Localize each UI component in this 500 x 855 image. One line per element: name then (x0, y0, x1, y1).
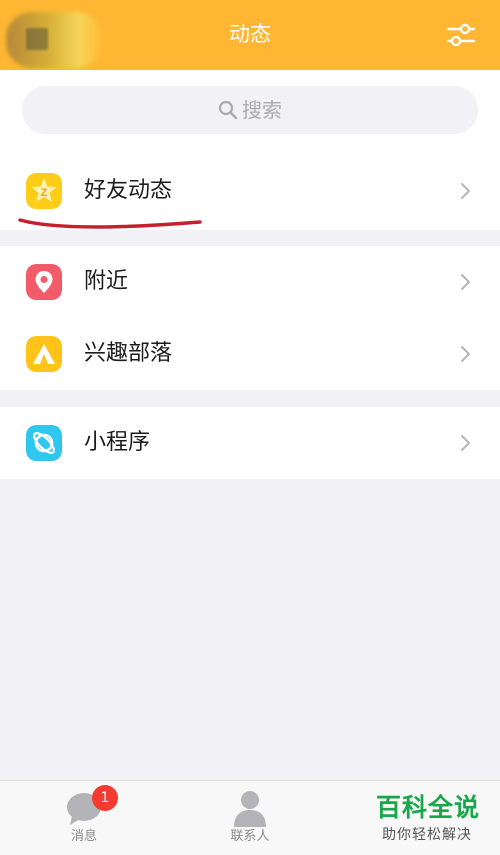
tab-label: 联系人 (230, 829, 270, 844)
chevron-right-icon (461, 183, 470, 199)
list-item-label: 兴趣部落 (84, 341, 173, 366)
list-group-mini-programs: 小程序 (0, 407, 500, 479)
list-item-label: 附近 (84, 269, 129, 294)
chevron-right-icon (461, 274, 470, 290)
search-placeholder: 搜索 (242, 98, 282, 122)
svg-text:Z: Z (41, 187, 48, 199)
planet-icon (26, 425, 62, 461)
list-item-mini-program[interactable]: 小程序 (0, 407, 500, 479)
chevron-right-icon (461, 346, 470, 362)
annotation-underline (18, 218, 202, 229)
unread-badge: 1 (92, 785, 118, 811)
search-icon (218, 100, 238, 120)
watermark-subtitle: 助你轻松解决 (382, 827, 472, 843)
qzone-star-icon: Z (26, 173, 62, 209)
location-pin-icon (26, 264, 62, 300)
contact-person-icon (234, 791, 266, 827)
tab-contacts[interactable]: 联系人 (190, 781, 310, 855)
list-item-nearby[interactable]: 附近 (0, 246, 500, 318)
app-screen: 动态 搜索 Z 好友动态 附近 兴趣部落 小程序 消息 联系人 1 百科全说 助… (0, 0, 500, 855)
watermark-title: 百科全说 (376, 793, 481, 822)
tab-label: 消息 (70, 829, 97, 844)
search-input[interactable]: 搜索 (22, 86, 478, 134)
chevron-right-icon (461, 435, 470, 451)
list-item-label: 小程序 (84, 430, 151, 455)
sliders-icon[interactable] (446, 20, 476, 50)
tab-messages[interactable]: 消息 (24, 781, 144, 855)
list-group-discover: 附近 兴趣部落 (0, 246, 500, 390)
top-bar: 动态 (0, 0, 500, 70)
list-item-interest-tribe[interactable]: 兴趣部落 (0, 318, 500, 390)
search-placeholder-wrap: 搜索 (22, 97, 478, 123)
list-item-label: 好友动态 (84, 178, 173, 203)
tent-icon (26, 336, 62, 372)
search-area: 搜索 (0, 70, 500, 155)
page-title: 动态 (229, 22, 271, 46)
